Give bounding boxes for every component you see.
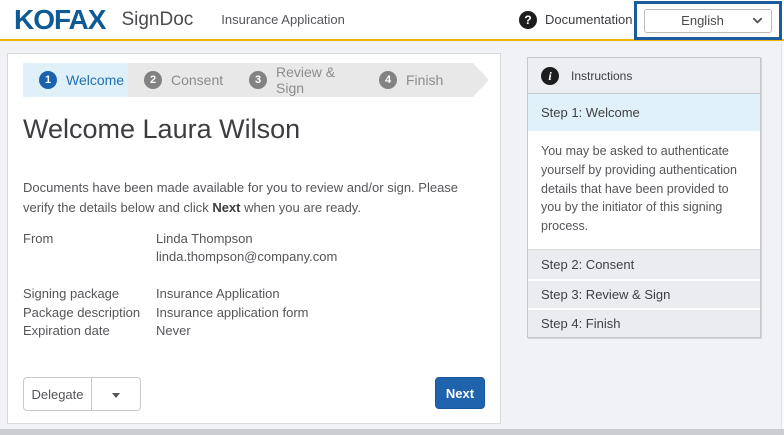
info-icon: i [541,67,559,85]
bottom-scrollbar[interactable] [0,429,784,435]
wizard-step-welcome[interactable]: 1 Welcome [23,63,128,97]
intro-part2: when you are ready. [241,200,361,215]
action-bar: Delegate Next [23,376,485,411]
delegate-button[interactable]: Delegate [23,377,92,411]
language-select[interactable]: English [644,9,772,33]
detail-value: Insurance Application [156,285,485,303]
detail-label: Signing package [23,285,156,303]
step-number-badge: 1 [39,71,57,89]
delegate-dropdown-button[interactable] [92,377,141,411]
chevron-down-icon [752,15,763,26]
intro-bold-next: Next [212,200,240,215]
language-select-focus-ring: English [634,1,782,40]
product-name: SignDoc [121,9,193,31]
detail-row-signing-package: Signing package Insurance Application [23,285,485,303]
detail-label: Package description [23,304,156,322]
detail-row-from: From Linda Thompson linda.thompson@compa… [23,230,485,266]
package-details: From Linda Thompson linda.thompson@compa… [23,230,485,340]
delegate-split-button: Delegate [23,377,141,411]
detail-label: Expiration date [23,322,156,340]
step-number-badge: 4 [379,71,397,89]
sidebar-step-2-consent[interactable]: Step 2: Consent [528,250,760,279]
sender-email: linda.thompson@company.com [156,248,485,266]
documentation-link[interactable]: ? Documentation [519,0,632,39]
sidebar-step-1-welcome[interactable]: Step 1: Welcome [528,94,760,131]
detail-row-expiration-date: Expiration date Never [23,322,485,340]
sidebar-step-1-description: You may be asked to authenticate yoursel… [528,131,760,250]
step-number-badge: 3 [249,71,267,89]
step-label: Finish [406,72,443,88]
next-button[interactable]: Next [435,377,485,409]
sidebar-step-4-finish[interactable]: Step 4: Finish [528,308,760,337]
detail-value: Linda Thompson linda.thompson@company.co… [156,230,485,266]
wizard-step-consent[interactable]: 2 Consent [128,63,233,97]
intro-text: Documents have been made available for y… [23,178,485,218]
instructions-panel: i Instructions Step 1: Welcome You may b… [527,57,761,338]
sender-name: Linda Thompson [156,230,485,248]
step-label: Review & Sign [276,64,363,96]
wizard-step-review-sign[interactable]: 3 Review & Sign [233,63,363,97]
step-wizard: 1 Welcome 2 Consent 3 Review & Sign 4 Fi… [23,63,489,97]
app-header: KOFAX SignDoc Insurance Application ? Do… [0,0,784,41]
main-panel: 1 Welcome 2 Consent 3 Review & Sign 4 Fi… [7,53,501,424]
welcome-heading: Welcome Laura Wilson [23,114,300,145]
detail-value: Insurance application form [156,304,485,322]
detail-row-package-description: Package description Insurance applicatio… [23,304,485,322]
package-title: Insurance Application [221,12,345,27]
step-number-badge: 2 [144,71,162,89]
detail-value: Never [156,322,485,340]
step-label: Consent [171,72,223,88]
documentation-label: Documentation [545,12,632,27]
detail-label: From [23,230,156,266]
instructions-title: Instructions [571,69,632,83]
caret-down-icon [112,393,120,398]
language-selected-value: English [653,13,752,28]
help-icon: ? [519,11,537,29]
sidebar-step-3-review-sign[interactable]: Step 3: Review & Sign [528,279,760,308]
instructions-header: i Instructions [528,58,760,94]
kofax-logo: KOFAX [14,6,105,34]
wizard-step-finish[interactable]: 4 Finish [363,63,468,97]
step-label: Welcome [66,72,124,88]
